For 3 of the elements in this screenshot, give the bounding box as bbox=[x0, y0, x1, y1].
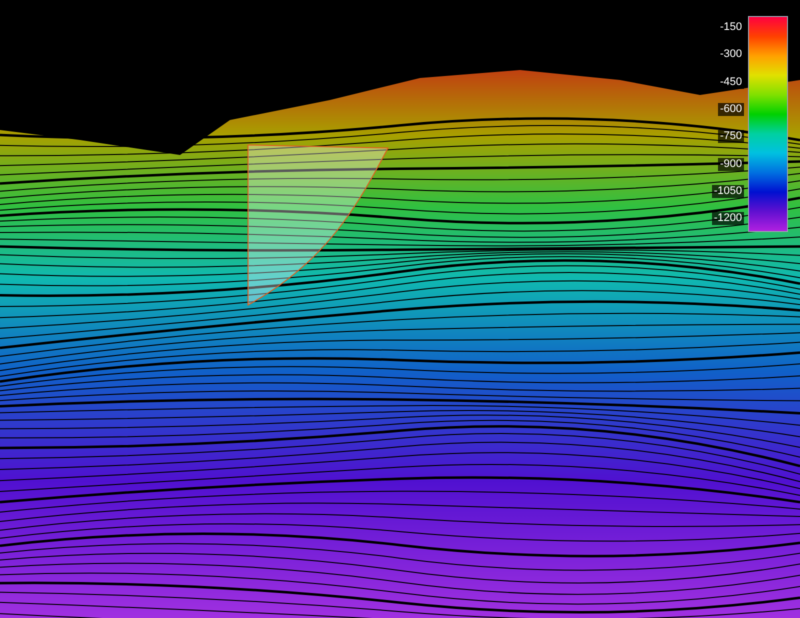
scale-tick-label: -450 bbox=[718, 76, 744, 89]
scale-tick-label: -750 bbox=[718, 130, 744, 144]
scale-tick-label: -1200 bbox=[712, 212, 744, 226]
